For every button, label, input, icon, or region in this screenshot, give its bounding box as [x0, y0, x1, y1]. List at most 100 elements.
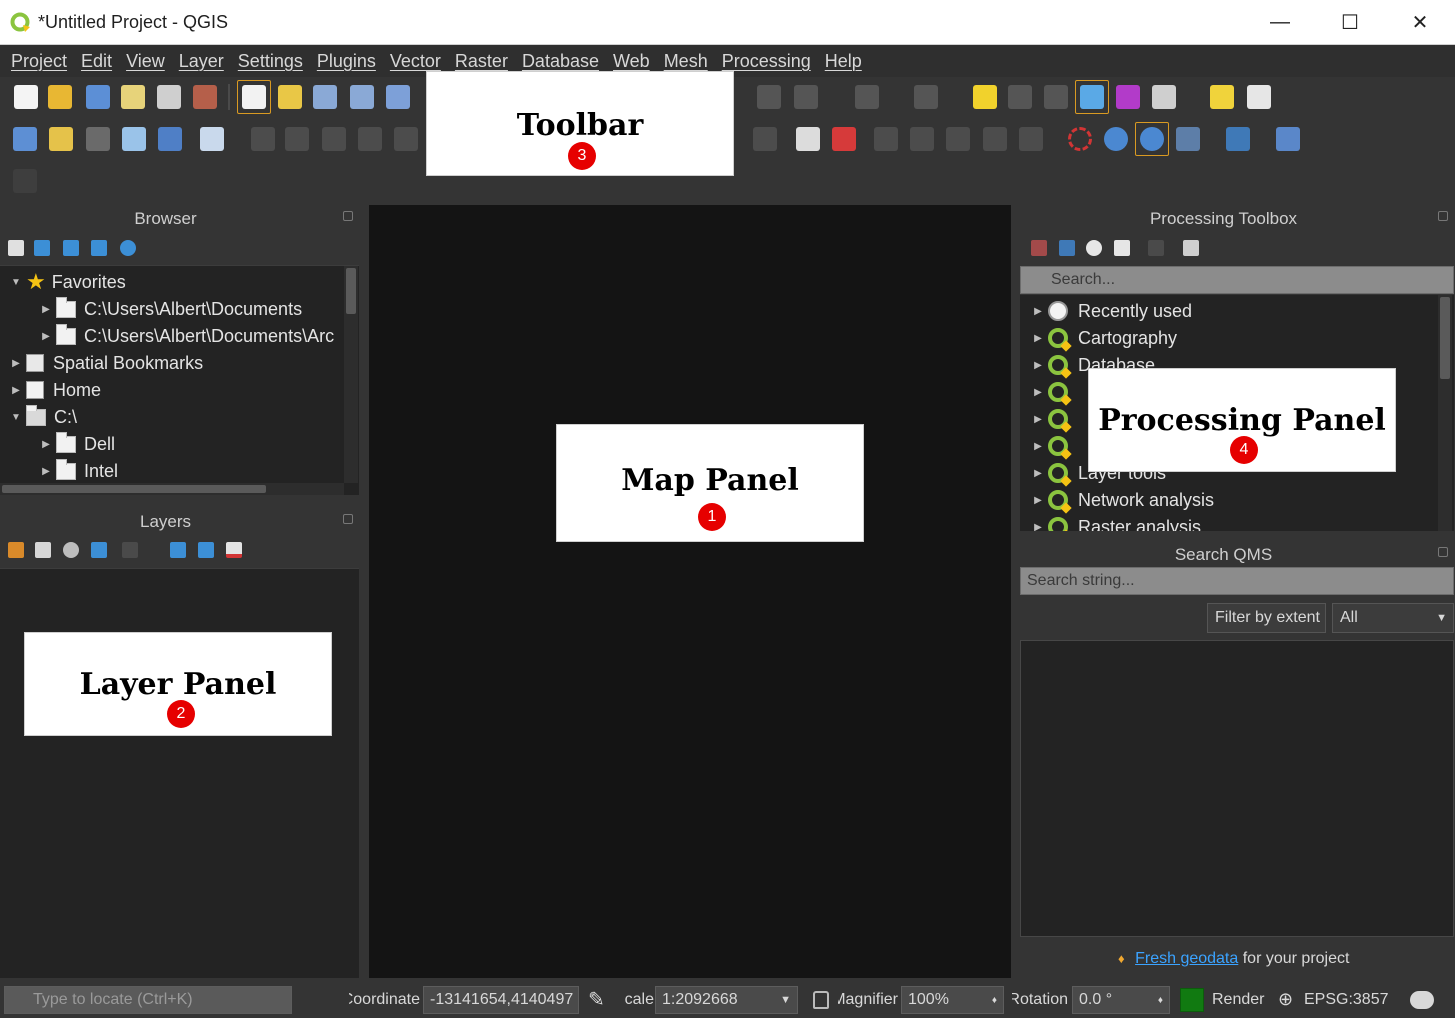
- style-panel-icon[interactable]: [8, 542, 24, 558]
- expand-arrow-icon[interactable]: ▶: [1028, 441, 1048, 452]
- filter-legend-icon[interactable]: [91, 542, 107, 558]
- processing-item-recently-used[interactable]: ▶ Recently used: [1028, 298, 1192, 324]
- measure-line-icon[interactable]: [1152, 85, 1176, 109]
- edit-features-in-place-icon[interactable]: [1148, 240, 1164, 256]
- browser-item-documents-arc[interactable]: ▶ C:\Users\Albert\Documents\Arc: [36, 323, 343, 349]
- menu-processing[interactable]: Processing: [715, 51, 818, 72]
- python-console-icon[interactable]: [1226, 127, 1250, 151]
- render-checkbox[interactable]: [1180, 988, 1204, 1012]
- maximize-button[interactable]: ☐: [1315, 0, 1385, 45]
- crs-button[interactable]: EPSG:3857: [1304, 991, 1389, 1009]
- expand-arrow-icon[interactable]: ▼: [6, 277, 26, 288]
- label-move-icon[interactable]: [946, 127, 970, 151]
- statistical-summary-icon[interactable]: [1116, 85, 1140, 109]
- browser-item-documents[interactable]: ▶ C:\Users\Albert\Documents: [36, 296, 302, 322]
- select-by-value-icon[interactable]: [914, 85, 938, 109]
- map-tips-icon[interactable]: [1210, 85, 1234, 109]
- zoom-in-icon[interactable]: [313, 85, 337, 109]
- grid-tool-icon[interactable]: [13, 169, 37, 193]
- new-geopackage-layer-icon[interactable]: [49, 127, 73, 151]
- text-annotation-icon[interactable]: [1247, 85, 1271, 109]
- browser-item-intel[interactable]: ▶ Intel: [36, 458, 118, 484]
- deselect-all-icon[interactable]: [973, 85, 997, 109]
- processing-item-cartography[interactable]: ▶ Cartography: [1028, 325, 1177, 351]
- close-button[interactable]: ✕: [1385, 0, 1455, 45]
- menu-layer[interactable]: Layer: [172, 51, 231, 72]
- label-rotate-icon[interactable]: [983, 127, 1007, 151]
- expand-arrow-icon[interactable]: ▶: [1028, 495, 1048, 506]
- web-globe-icon[interactable]: [1104, 127, 1128, 151]
- browser-item-c-drive[interactable]: ▼ C:\: [6, 404, 77, 430]
- layer-labeling-icon[interactable]: [796, 127, 820, 151]
- help-icon[interactable]: [1276, 127, 1300, 151]
- remove-layer-icon[interactable]: [226, 542, 242, 558]
- menu-help[interactable]: Help: [818, 51, 869, 72]
- filter-expression-icon[interactable]: [122, 542, 138, 558]
- map-canvas[interactable]: [369, 205, 1011, 978]
- menu-web[interactable]: Web: [606, 51, 657, 72]
- processing-vertical-scrollbar[interactable]: [1438, 295, 1452, 531]
- vertex-tool-icon[interactable]: [394, 127, 418, 151]
- new-temporary-layer-icon[interactable]: [158, 127, 182, 151]
- label-highlight-icon[interactable]: [832, 127, 856, 151]
- coordinate-field[interactable]: -13141654,4140497: [423, 986, 579, 1014]
- menu-view[interactable]: View: [119, 51, 172, 72]
- new-shapefile-layer-icon[interactable]: [86, 127, 110, 151]
- options-wrench-icon[interactable]: [1183, 240, 1199, 256]
- visibility-eye-icon[interactable]: [63, 542, 79, 558]
- browser-item-favorites[interactable]: ▼ ★ Favorites: [6, 269, 126, 295]
- rotation-spinbox[interactable]: 0.0 ° ♦: [1072, 986, 1170, 1014]
- filter-icon[interactable]: [63, 240, 79, 256]
- qms-results-list[interactable]: [1020, 640, 1454, 937]
- layers-tree[interactable]: [0, 568, 359, 978]
- menu-mesh[interactable]: Mesh: [657, 51, 715, 72]
- browser-item-spatial-bookmarks[interactable]: ▶ Spatial Bookmarks: [6, 350, 203, 376]
- actions-icon[interactable]: [794, 85, 818, 109]
- qms-float-icon[interactable]: [1438, 547, 1448, 557]
- menu-plugins[interactable]: Plugins: [310, 51, 383, 72]
- menu-settings[interactable]: Settings: [231, 51, 310, 72]
- identify-features-icon[interactable]: [757, 85, 781, 109]
- expand-arrow-icon[interactable]: ▶: [6, 358, 26, 369]
- pin-label-icon[interactable]: [753, 127, 777, 151]
- expand-arrow-icon[interactable]: ▶: [1028, 468, 1048, 479]
- new-spatialite-layer-icon[interactable]: [122, 127, 146, 151]
- processing-item-hidden-2[interactable]: ▶: [1028, 406, 1078, 432]
- lock-scale-icon[interactable]: [813, 991, 829, 1009]
- history-clock-icon[interactable]: [1086, 240, 1102, 256]
- menu-vector[interactable]: Vector: [383, 51, 448, 72]
- info-icon[interactable]: [120, 240, 136, 256]
- expand-arrow-icon[interactable]: ▶: [1028, 333, 1048, 344]
- pan-hand-icon[interactable]: [242, 85, 266, 109]
- add-feature-icon[interactable]: [358, 127, 382, 151]
- browser-item-home[interactable]: ▶ Home: [6, 377, 101, 403]
- style-manager-icon[interactable]: [193, 85, 217, 109]
- browser-horizontal-scrollbar[interactable]: [0, 483, 344, 495]
- menu-edit[interactable]: Edit: [74, 51, 119, 72]
- collapse-all-icon[interactable]: [91, 240, 107, 256]
- scale-combobox[interactable]: 1:2092668 ▼: [655, 986, 798, 1014]
- label-change-icon[interactable]: [1019, 127, 1043, 151]
- save-project-icon[interactable]: [86, 85, 110, 109]
- menu-project[interactable]: Project: [4, 51, 74, 72]
- expand-arrow-icon[interactable]: ▶: [1028, 306, 1048, 317]
- new-project-icon[interactable]: [14, 85, 38, 109]
- expand-arrow-icon[interactable]: ▼: [6, 412, 26, 423]
- add-layer-icon[interactable]: [8, 240, 24, 256]
- processing-float-icon[interactable]: [1438, 211, 1448, 221]
- quickmapservices-icon[interactable]: [1140, 127, 1164, 151]
- expand-arrow-icon[interactable]: ▶: [36, 466, 56, 477]
- expand-arrow-icon[interactable]: ▶: [36, 331, 56, 342]
- messages-icon[interactable]: [1410, 991, 1434, 1009]
- scrollbar-thumb[interactable]: [2, 485, 266, 493]
- menu-raster[interactable]: Raster: [448, 51, 515, 72]
- label-show-hide-icon[interactable]: [910, 127, 934, 151]
- expand-arrow-icon[interactable]: ▶: [1028, 360, 1048, 371]
- zoom-full-icon[interactable]: [386, 85, 410, 109]
- browser-float-icon[interactable]: [343, 211, 353, 221]
- toggle-editing-icon[interactable]: [285, 127, 309, 151]
- add-group-icon[interactable]: [35, 542, 51, 558]
- results-viewer-icon[interactable]: [1114, 240, 1130, 256]
- open-project-icon[interactable]: [48, 85, 72, 109]
- pan-to-selection-icon[interactable]: [278, 85, 302, 109]
